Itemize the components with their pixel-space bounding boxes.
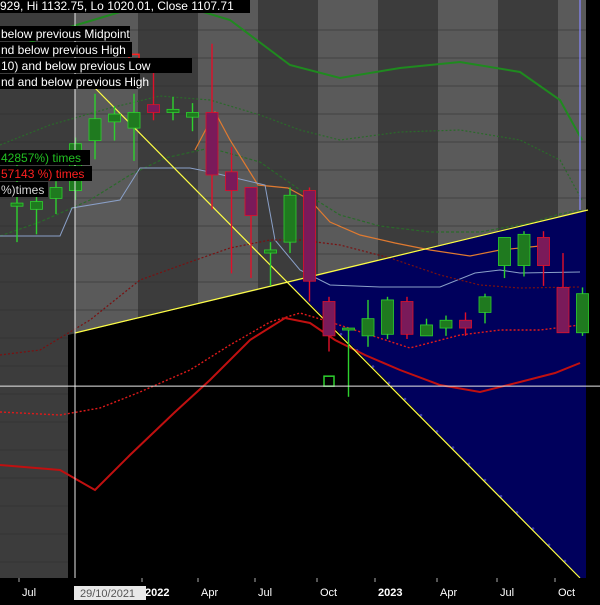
candle-body	[576, 293, 589, 334]
candle-body	[322, 301, 336, 337]
candle-body	[478, 296, 492, 313]
candle-body	[10, 202, 24, 207]
candle-body	[439, 319, 453, 329]
candle-body	[244, 187, 258, 216]
x-tick-label: Oct	[320, 587, 337, 599]
stock-chart[interactable]: Jul 2022 Apr Jul Oct 2023 Apr Jul Oct below prev…	[0, 0, 600, 600]
candle-body	[420, 324, 433, 337]
candle-body	[49, 187, 63, 199]
stats-line: %)times	[1, 183, 44, 197]
candle-body	[459, 319, 472, 329]
candle-body	[400, 301, 414, 335]
legend-line: nd and below previous High	[1, 75, 149, 89]
legend-line: below previous Midpoint	[1, 27, 130, 41]
x-tick-label: 2022	[145, 587, 169, 599]
header-ohlc-text: 929, Hi 1132.75, Lo 1020.01, Close 1107.…	[0, 0, 234, 13]
candle-body	[517, 233, 531, 266]
legend-line: 10) and below previous Low	[1, 59, 151, 73]
candle-body	[342, 327, 355, 331]
candle-body	[283, 194, 297, 243]
x-tick-label: Oct	[558, 587, 575, 599]
candle-body	[127, 112, 141, 129]
candle-body	[30, 201, 43, 210]
x-tick-label: Apr	[440, 587, 457, 599]
candle-body	[537, 237, 550, 266]
candle-body	[264, 249, 277, 254]
x-tick-label: 2023	[378, 587, 402, 599]
candle-body	[186, 112, 199, 118]
candle-body	[108, 113, 121, 123]
candle	[381, 296, 394, 339]
crosshair-date-label: 29/10/2021	[80, 588, 135, 600]
x-tick-label: Jul	[22, 587, 36, 599]
chart-canvas[interactable]: Jul 2022 Apr Jul Oct 2023 Apr Jul Oct below prev…	[0, 0, 600, 600]
candle-body	[147, 104, 160, 113]
candle-body	[361, 318, 375, 337]
candle-body	[381, 299, 394, 335]
candle-body	[166, 108, 180, 113]
candle-body	[498, 237, 511, 266]
candle	[576, 287, 589, 336]
candle-body	[88, 118, 102, 141]
stats-line: 57143 %) times	[1, 167, 84, 181]
candle-body	[556, 287, 570, 334]
legend-line: nd below previous High	[1, 43, 126, 57]
stats-line: 42857%) times	[1, 151, 81, 165]
x-tick-label: Jul	[258, 587, 272, 599]
candle-body	[205, 112, 219, 176]
candle	[400, 296, 414, 339]
x-tick-label: Apr	[201, 587, 218, 599]
candle-body	[225, 171, 238, 191]
candle-body	[303, 190, 316, 282]
x-tick-label: Jul	[500, 587, 514, 599]
right-edge-strip	[586, 0, 600, 578]
